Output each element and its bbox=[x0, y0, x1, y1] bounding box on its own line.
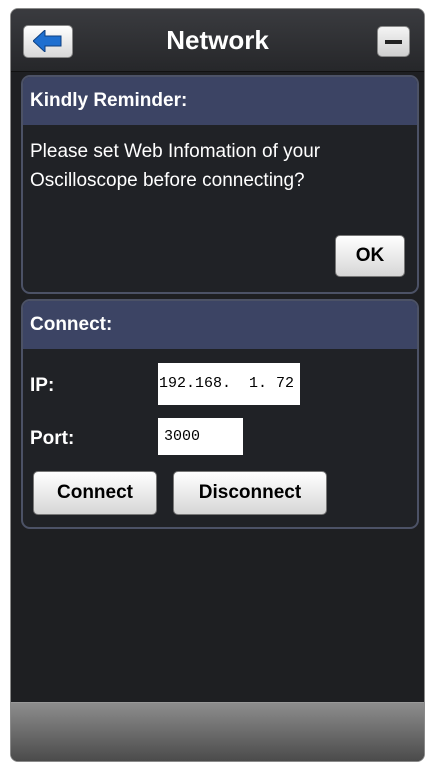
port-label: Port: bbox=[30, 428, 75, 449]
connect-button[interactable]: Connect bbox=[33, 471, 157, 515]
connect-panel: Connect: IP: 192.168. 1. 72 Port: 3000 C… bbox=[21, 299, 419, 529]
reminder-heading: Kindly Reminder: bbox=[23, 77, 417, 125]
title-bar: Network bbox=[11, 9, 424, 72]
disconnect-button[interactable]: Disconnect bbox=[173, 471, 327, 515]
reminder-message: Please set Web Infomation of your Oscill… bbox=[30, 141, 321, 191]
ip-input[interactable]: 192.168. 1. 72 bbox=[158, 363, 300, 405]
footer-bar bbox=[11, 702, 424, 761]
port-input[interactable]: 3000 bbox=[158, 418, 243, 455]
ok-button[interactable]: OK bbox=[335, 235, 405, 277]
network-window: Network Kindly Reminder: Please set Web … bbox=[10, 8, 425, 762]
ip-label: IP: bbox=[30, 375, 55, 396]
reminder-panel: Kindly Reminder: Please set Web Infomati… bbox=[21, 75, 419, 294]
connect-heading: Connect: bbox=[23, 301, 417, 349]
page-title: Network bbox=[166, 25, 269, 55]
minimize-icon bbox=[385, 40, 402, 44]
minimize-button[interactable] bbox=[377, 26, 410, 57]
